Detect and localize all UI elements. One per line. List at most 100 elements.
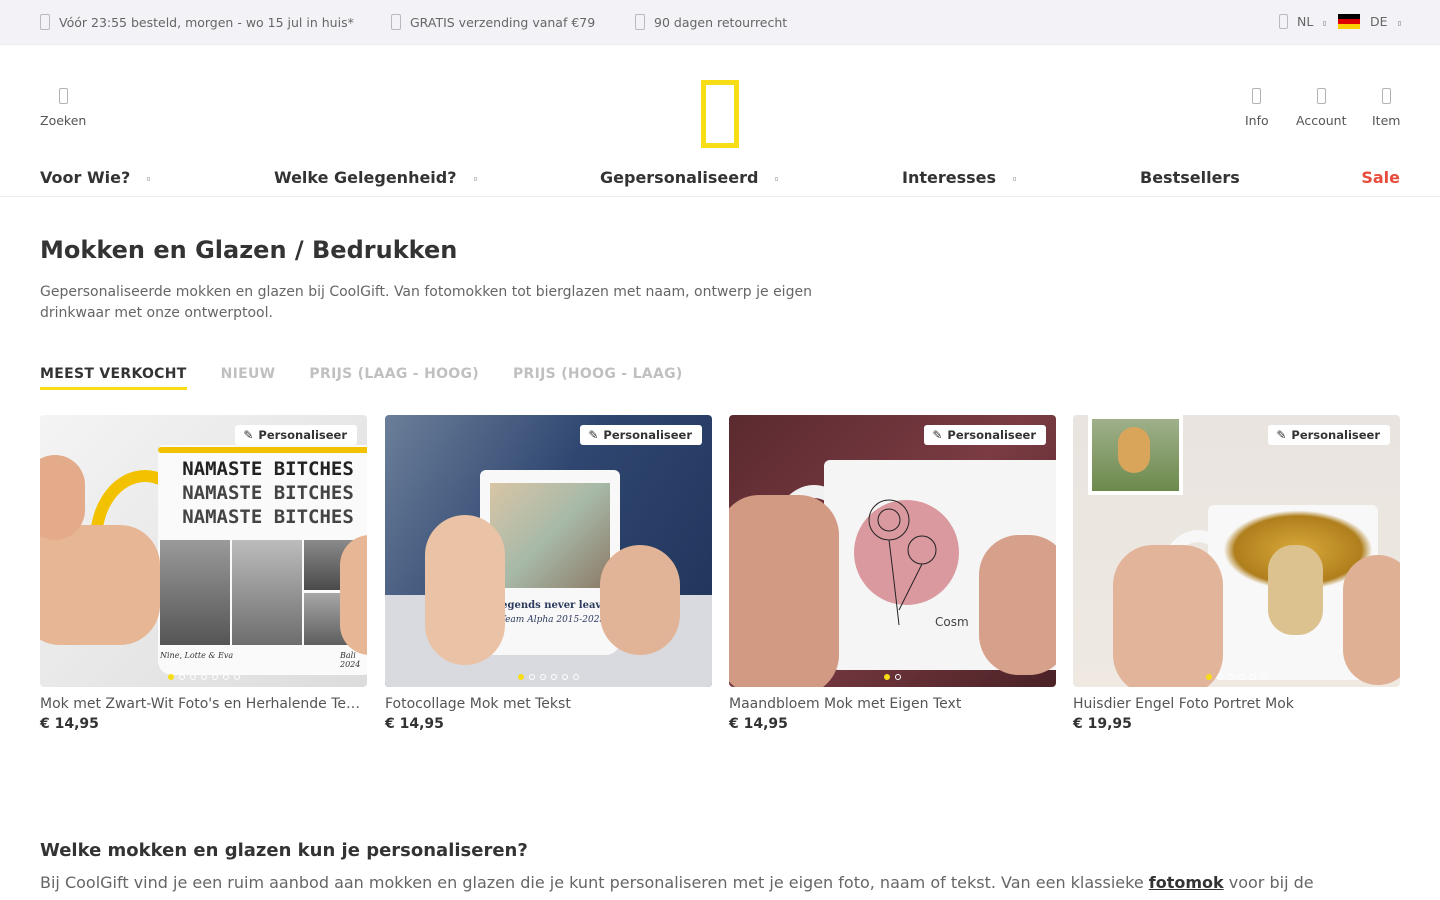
carousel-dot[interactable] bbox=[211, 674, 218, 680]
chevron-down-icon bbox=[1323, 20, 1327, 26]
section-title: Welke mokken en glazen kun je personalis… bbox=[40, 840, 528, 861]
product-card[interactable]: legends never leave Team Alpha 2015-2025… bbox=[385, 415, 712, 732]
product-price: € 14,95 bbox=[40, 716, 99, 732]
info-icon bbox=[1252, 88, 1262, 104]
usp-shipping: GRATIS verzending vanaf €79 bbox=[391, 14, 595, 30]
carousel-dot[interactable] bbox=[200, 674, 207, 680]
search-icon bbox=[58, 88, 68, 104]
product-image[interactable]: legends never leave Team Alpha 2015-2025… bbox=[385, 415, 712, 687]
usp-returns: 90 dagen retourrecht bbox=[635, 14, 787, 30]
language-label: NL bbox=[1297, 14, 1314, 29]
carousel-dot[interactable] bbox=[518, 674, 524, 680]
carousel-dot[interactable] bbox=[189, 674, 196, 680]
carousel-dot[interactable] bbox=[222, 674, 229, 680]
personaliseer-label: Personaliseer bbox=[603, 428, 692, 442]
product-image[interactable]: ✎ Personaliseer bbox=[1073, 415, 1400, 687]
pencil-icon: ✎ bbox=[243, 428, 254, 442]
personaliseer-label: Personaliseer bbox=[258, 428, 347, 442]
product-name[interactable]: Maandbloem Mok met Eigen Text bbox=[729, 696, 1051, 712]
tab-nieuw[interactable]: NIEUW bbox=[221, 366, 276, 390]
fotomok-link[interactable]: fotomok bbox=[1149, 873, 1224, 892]
nav-gelegenheid[interactable]: Welke Gelegenheid? bbox=[274, 168, 477, 187]
page-intro: Gepersonaliseerde mokken en glazen bij C… bbox=[40, 284, 812, 321]
sort-tabs: MEEST VERKOCHT NIEUW PRIJS (LAAG - HOOG)… bbox=[40, 366, 717, 390]
account-button[interactable]: Account bbox=[1296, 88, 1346, 128]
carousel-dot[interactable] bbox=[573, 674, 579, 680]
pencil-icon: ✎ bbox=[932, 428, 943, 442]
account-label: Account bbox=[1296, 113, 1347, 128]
personaliseer-badge: ✎ Personaliseer bbox=[235, 425, 357, 445]
product-name[interactable]: Fotocollage Mok met Tekst bbox=[385, 696, 707, 712]
nav-interesses-label: Interesses bbox=[902, 168, 997, 187]
carousel-dot[interactable] bbox=[178, 674, 185, 680]
cart-button[interactable]: Item bbox=[1372, 88, 1400, 128]
image-carousel-dots[interactable] bbox=[1073, 674, 1400, 680]
tab-prijs-laag-hoog[interactable]: PRIJS (LAAG - HOOG) bbox=[309, 366, 479, 390]
carousel-dot[interactable] bbox=[167, 674, 174, 680]
carousel-dot[interactable] bbox=[895, 674, 901, 680]
main-nav: Voor Wie? Welke Gelegenheid? Gepersonali… bbox=[0, 160, 1440, 197]
product-card[interactable]: ✎ Personaliseer Huisdier Engel Foto Port… bbox=[1073, 415, 1400, 732]
nav-gepersonaliseerd-label: Gepersonaliseerd bbox=[600, 168, 759, 187]
return-icon bbox=[635, 14, 645, 30]
country-selector[interactable]: DE bbox=[1338, 14, 1401, 29]
carousel-dot[interactable] bbox=[540, 674, 546, 680]
info-button[interactable]: Info bbox=[1245, 88, 1269, 128]
nav-interesses[interactable]: Interesses bbox=[902, 168, 1017, 187]
carousel-dot[interactable] bbox=[1206, 674, 1212, 680]
tab-meest-verkocht[interactable]: MEEST VERKOCHT bbox=[40, 366, 187, 390]
page-title: Mokken en Glazen / Bedrukken bbox=[40, 236, 458, 264]
chevron-down-icon bbox=[473, 177, 477, 181]
product-card[interactable]: NAMASTE BITCHES NAMASTE BITCHES NAMASTE … bbox=[40, 415, 367, 732]
language-selector[interactable]: NL bbox=[1279, 14, 1327, 29]
nav-gepersonaliseerd[interactable]: Gepersonaliseerd bbox=[600, 168, 779, 187]
product-name[interactable]: Mok met Zwart-Wit Foto's en Herhalende T… bbox=[40, 696, 362, 712]
chevron-down-icon bbox=[1397, 20, 1401, 26]
product-price: € 14,95 bbox=[729, 716, 788, 732]
product-name[interactable]: Huisdier Engel Foto Portret Mok bbox=[1073, 696, 1395, 712]
carousel-dot[interactable] bbox=[1261, 674, 1267, 680]
nav-sale-label: Sale bbox=[1361, 168, 1400, 187]
carousel-dot[interactable] bbox=[551, 674, 557, 680]
chevron-down-icon bbox=[147, 177, 151, 181]
personaliseer-badge: ✎ Personaliseer bbox=[1268, 425, 1390, 445]
info-label: Info bbox=[1245, 113, 1269, 128]
chevron-down-icon bbox=[1013, 177, 1017, 181]
personaliseer-badge: ✎ Personaliseer bbox=[580, 425, 702, 445]
carousel-dot[interactable] bbox=[1239, 674, 1245, 680]
product-image[interactable]: Cosm ✎ Personaliseer bbox=[729, 415, 1056, 687]
image-carousel-dots[interactable] bbox=[385, 674, 712, 680]
carousel-dot[interactable] bbox=[233, 674, 240, 680]
nav-gelegenheid-label: Welke Gelegenheid? bbox=[274, 168, 457, 187]
section-text: Bij CoolGift vind je een ruim aanbod aan… bbox=[40, 873, 1420, 892]
product-card[interactable]: Cosm ✎ Personaliseer Maandbloem Mok met … bbox=[729, 415, 1056, 732]
nav-voor-wie-label: Voor Wie? bbox=[40, 168, 131, 187]
carousel-dot[interactable] bbox=[1217, 674, 1223, 680]
logo[interactable] bbox=[701, 80, 739, 148]
mug-caption: Nine, Lotte & Eva bbox=[160, 651, 234, 660]
nav-bestsellers[interactable]: Bestsellers bbox=[1140, 168, 1240, 187]
pencil-icon: ✎ bbox=[1276, 428, 1287, 442]
cart-icon bbox=[1381, 88, 1391, 104]
carousel-dot[interactable] bbox=[884, 674, 890, 680]
chevron-down-icon bbox=[775, 177, 779, 181]
usp-delivery-text: Vóór 23:55 besteld, morgen - wo 15 jul i… bbox=[59, 14, 354, 30]
mug-text: Cosm bbox=[935, 615, 969, 629]
carousel-dot[interactable] bbox=[1228, 674, 1234, 680]
image-carousel-dots[interactable] bbox=[729, 674, 1056, 680]
section-text-before: Bij CoolGift vind je een ruim aanbod aan… bbox=[40, 873, 1149, 892]
tab-prijs-hoog-laag[interactable]: PRIJS (HOOG - LAAG) bbox=[513, 366, 683, 390]
product-image[interactable]: NAMASTE BITCHES NAMASTE BITCHES NAMASTE … bbox=[40, 415, 367, 687]
nav-voor-wie[interactable]: Voor Wie? bbox=[40, 168, 151, 187]
search-button[interactable]: Zoeken bbox=[40, 88, 86, 128]
carousel-dot[interactable] bbox=[1250, 674, 1256, 680]
mug-text-line: NAMASTE BITCHES bbox=[182, 482, 354, 504]
nav-sale[interactable]: Sale bbox=[1361, 168, 1400, 187]
image-carousel-dots[interactable] bbox=[40, 674, 367, 680]
carousel-dot[interactable] bbox=[529, 674, 535, 680]
search-label: Zoeken bbox=[40, 113, 87, 128]
mug-text-line: NAMASTE BITCHES bbox=[182, 458, 354, 480]
personaliseer-badge: ✎ Personaliseer bbox=[924, 425, 1046, 445]
carousel-dot[interactable] bbox=[562, 674, 568, 680]
user-icon bbox=[1316, 88, 1326, 104]
